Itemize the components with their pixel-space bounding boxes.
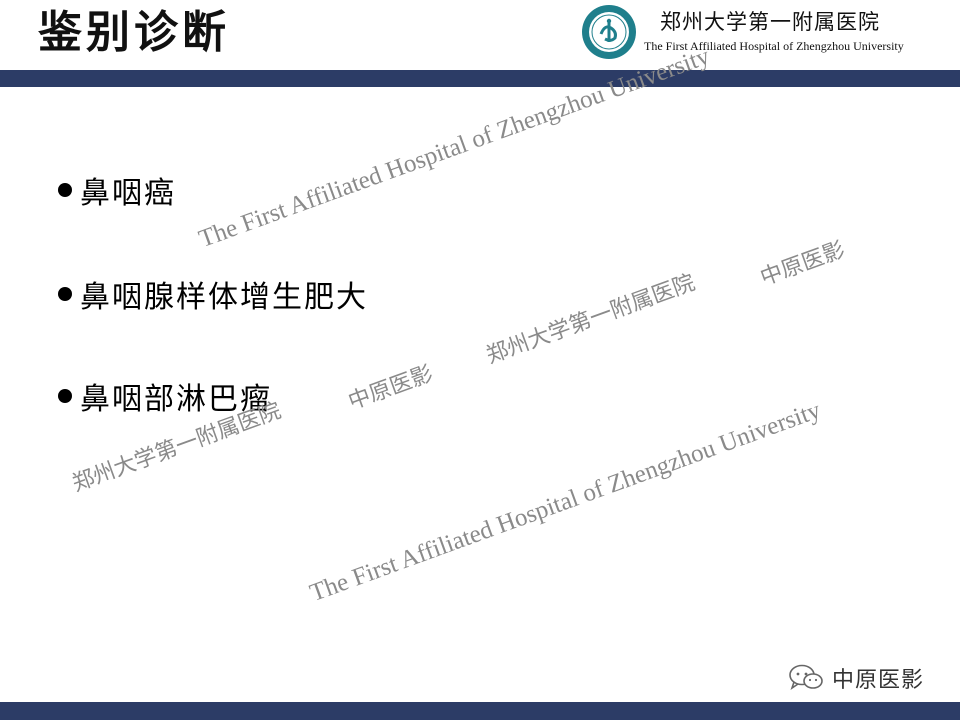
slide: 鉴别诊断 郑州大学第一附属医院 The First Affiliated Hos…: [0, 0, 960, 720]
wechat-icon: [789, 664, 823, 690]
slide-title: 鉴别诊断: [38, 7, 230, 58]
bullet-text: 鼻咽腺样体增生肥大: [80, 280, 368, 315]
watermark-brand-cn: 中原医影: [345, 361, 437, 416]
bullet-item: 鼻咽癌: [58, 168, 176, 212]
hospital-name-cn: 郑州大学第一附属医院: [660, 10, 880, 34]
watermark-brand-cn: 中原医影: [757, 237, 849, 292]
bullet-dot-icon: [58, 389, 72, 403]
hospital-seal-icon: [582, 5, 636, 59]
header-bar: [0, 70, 960, 87]
footer-bar: [0, 702, 960, 720]
bullet-dot-icon: [58, 287, 72, 301]
bullet-dot-icon: [58, 183, 72, 197]
bullet-text: 鼻咽癌: [80, 176, 176, 211]
watermark-english: The First Affiliated Hospital of Zhengzh…: [306, 396, 825, 608]
watermark-hospital-cn: 郑州大学第一附属医院: [483, 270, 699, 370]
footer-brand: 中原医影: [788, 662, 924, 694]
bullet-item: 鼻咽腺样体增生肥大: [58, 272, 368, 316]
footer-brand-text: 中原医影: [832, 668, 925, 693]
